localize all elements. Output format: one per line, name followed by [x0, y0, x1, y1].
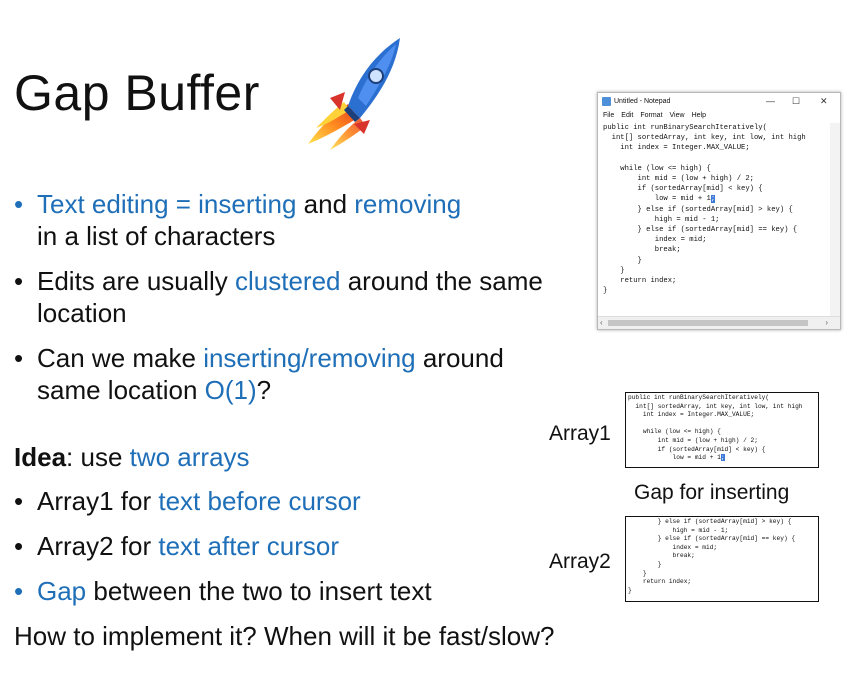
vertical-scrollbar[interactable] [830, 123, 840, 316]
bullet-seg: clustered [234, 266, 341, 296]
maximize-icon[interactable]: ☐ [792, 93, 800, 110]
bullet-seg: between the two to insert text [86, 576, 432, 606]
menu-help[interactable]: Help [692, 112, 706, 119]
bullet-seg: O(1) [204, 375, 257, 405]
array1-cursor: ; [720, 454, 725, 462]
menu-edit[interactable]: Edit [621, 112, 633, 119]
bullet-seg: same location [37, 375, 205, 405]
bullet-seg: Array1 for [37, 486, 159, 516]
bullet-seg: ? [256, 375, 272, 405]
menu-file[interactable]: File [603, 112, 614, 119]
menu-format[interactable]: Format [640, 112, 662, 119]
notepad-app-icon [602, 97, 611, 106]
minimize-icon[interactable]: — [766, 93, 775, 110]
bullet-seg: text after cursor [158, 531, 339, 561]
bullet-dot: • [14, 576, 24, 606]
scroll-right-icon[interactable]: › [825, 318, 828, 327]
cursor-selection: ; [710, 195, 716, 204]
array1-code-text: public int runBinarySearchIteratively( i… [628, 394, 803, 462]
bullet-1-text: Text editing = inserting and removing in… [37, 188, 461, 252]
bullet-seg: Text editing = inserting [37, 189, 297, 219]
bullet-dot: • [14, 531, 24, 561]
close-icon[interactable]: ✕ [820, 93, 828, 110]
gap-label: Gap for inserting [634, 481, 790, 504]
scroll-thumb[interactable] [608, 320, 808, 326]
idea-rest: : use [66, 442, 130, 472]
array2-label: Array2 [549, 550, 611, 573]
bullet-seg: and [296, 189, 355, 219]
bullet-seg: around the same [340, 266, 543, 296]
bullet-seg: inserting/removing [203, 343, 416, 373]
idea-line: Idea: use two arrays [14, 441, 250, 473]
bullet-seg: removing [354, 189, 462, 219]
bullet-2-text: Edits are usually clustered around the s… [37, 265, 543, 329]
bullet-seg: location [37, 298, 127, 328]
code-after-cursor: } else if (sortedArray[mid] > key) { hig… [603, 205, 798, 296]
bullet-seg: text before cursor [158, 486, 361, 516]
notepad-window[interactable]: Untitled - Notepad — ☐ ✕ File Edit Format V… [597, 92, 841, 330]
bullet-dot: • [14, 189, 24, 219]
scroll-left-icon[interactable]: ‹ [600, 318, 603, 327]
notepad-menubar: File Edit Format View Help [598, 110, 840, 121]
array2-code: } else if (sortedArray[mid] > key) { hig… [628, 518, 796, 594]
idea-bold: Idea [14, 442, 67, 472]
slide-title: Gap Buffer [14, 65, 260, 121]
bullet-dot: • [14, 486, 24, 516]
array2-box: } else if (sortedArray[mid] > key) { hig… [625, 516, 819, 602]
notepad-editor[interactable]: public int runBinarySearchIteratively( i… [603, 123, 837, 315]
bullet-seg: Array2 for [37, 531, 159, 561]
bullet-seg: Can we make [37, 343, 204, 373]
bullet-seg: around [415, 343, 504, 373]
bullet-seg: in a list of characters [37, 221, 276, 251]
array1-box: public int runBinarySearchIteratively( i… [625, 392, 819, 468]
bullet-3-text: Can we make inserting/removing around sa… [37, 342, 504, 406]
notepad-title: Untitled - Notepad [614, 98, 671, 105]
array1-code: public int runBinarySearchIteratively( i… [628, 394, 803, 463]
idea-blue: two arrays [129, 442, 250, 472]
code-before-cursor: public int runBinarySearchIteratively( i… [603, 124, 806, 204]
bullet-seg: Gap [37, 576, 87, 606]
closing-question: How to implement it? When will it be fas… [14, 621, 555, 651]
menu-view[interactable]: View [670, 112, 685, 119]
rocket-icon [308, 38, 400, 150]
bullet-dot: • [14, 266, 24, 296]
bullet-dot: • [14, 343, 24, 373]
notepad-titlebar[interactable]: Untitled - Notepad — ☐ ✕ [598, 93, 840, 110]
array1-label: Array1 [549, 422, 611, 445]
horizontal-scrollbar[interactable]: ‹ › [598, 316, 840, 329]
bullet-seg: Edits are usually [37, 266, 235, 296]
